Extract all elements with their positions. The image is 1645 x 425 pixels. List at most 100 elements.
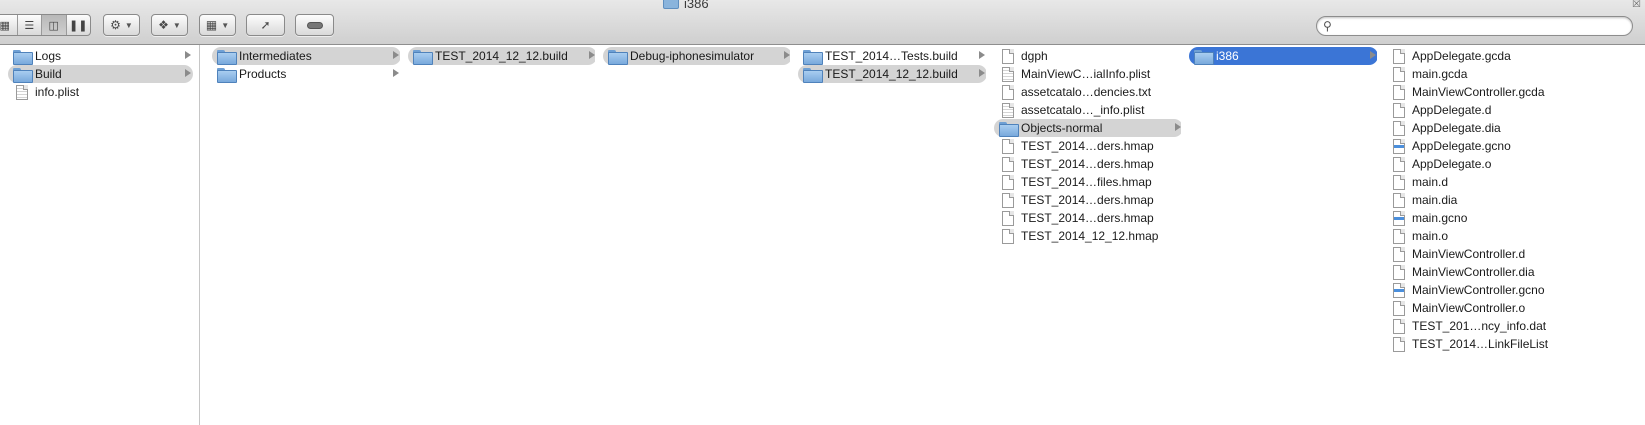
file-item[interactable]: MainViewController.gcda: [1385, 83, 1639, 101]
disclosure-arrow-icon: [185, 69, 191, 77]
file-item[interactable]: dgph: [994, 47, 1183, 65]
folder-item[interactable]: i386: [1189, 47, 1378, 65]
search-field[interactable]: ⚲: [1316, 16, 1633, 36]
file-item[interactable]: AppDelegate.gcno: [1385, 137, 1639, 155]
icon-view-button[interactable]: ▦: [0, 15, 18, 35]
gear-icon: ⚙: [110, 18, 121, 32]
file-item[interactable]: AppDelegate.dia: [1385, 119, 1639, 137]
file-list: Logs Build info.plist: [0, 45, 199, 101]
file-item[interactable]: MainViewController.d: [1385, 245, 1639, 263]
file-item[interactable]: TEST_2014…ders.hmap: [994, 155, 1183, 173]
browser-column-5[interactable]: TEST_2014…Tests.build TEST_2014_12_12.bui…: [790, 45, 994, 425]
file-item[interactable]: main.gcno: [1385, 209, 1639, 227]
file-item[interactable]: main.o: [1385, 227, 1639, 245]
file-item[interactable]: assetcatalo…_info.plist: [994, 101, 1183, 119]
folder-icon: [413, 49, 433, 65]
item-label: TEST_2014_12_12.build: [435, 49, 568, 63]
folder-item[interactable]: Debug-iphonesimulator: [603, 47, 792, 65]
file-item[interactable]: main.gcda: [1385, 65, 1639, 83]
folder-icon: [13, 49, 33, 65]
file-item[interactable]: AppDelegate.gcda: [1385, 47, 1639, 65]
list-view-button[interactable]: ☰: [18, 15, 42, 35]
file-item[interactable]: TEST_2014_12_12.hmap: [994, 227, 1183, 245]
item-icon: [1389, 174, 1409, 190]
item-label: MainViewC…ialInfo.plist: [1021, 67, 1151, 81]
file-list: TEST_2014_12_12.build: [400, 45, 603, 65]
file-item[interactable]: info.plist: [8, 83, 193, 101]
file-list: Intermediates Products: [204, 45, 407, 83]
dropbox-button[interactable]: ❖ ▼: [151, 14, 188, 36]
item-label: MainViewController.gcda: [1412, 85, 1545, 99]
tags-button[interactable]: [295, 14, 334, 36]
folder-icon: [999, 121, 1019, 137]
browser-column-4[interactable]: Debug-iphonesimulator: [595, 45, 799, 425]
item-label: TEST_2014_12_12.build: [825, 67, 958, 81]
file-item[interactable]: MainViewController.dia: [1385, 263, 1639, 281]
file-item[interactable]: TEST_2014…LinkFileList: [1385, 335, 1639, 353]
disclosure-arrow-icon: [979, 69, 985, 77]
item-icon: [998, 84, 1018, 100]
file-item[interactable]: TEST_201…ncy_info.dat: [1385, 317, 1639, 335]
folder-item[interactable]: Products: [212, 65, 401, 83]
item-label: TEST_2014…Tests.build: [825, 49, 958, 63]
item-icon: [1389, 84, 1409, 100]
folder-item[interactable]: Intermediates: [212, 47, 401, 65]
file-item[interactable]: MainViewController.gcno: [1385, 281, 1639, 299]
document-icon: [1002, 210, 1014, 226]
file-item[interactable]: TEST_2014…ders.hmap: [994, 191, 1183, 209]
window-title-label: i386: [684, 0, 709, 11]
item-icon: [998, 210, 1018, 226]
browser-column-3[interactable]: TEST_2014_12_12.build: [400, 45, 604, 425]
file-item[interactable]: TEST_2014…ders.hmap: [994, 209, 1183, 227]
file-item[interactable]: main.dia: [1385, 191, 1639, 209]
file-list: Debug-iphonesimulator: [595, 45, 798, 65]
file-item[interactable]: MainViewController.o: [1385, 299, 1639, 317]
item-icon: [998, 192, 1018, 208]
item-icon: [998, 174, 1018, 190]
item-icon: [216, 67, 237, 83]
item-label: TEST_2014…ders.hmap: [1021, 193, 1154, 207]
column-view-button[interactable]: ◫: [42, 15, 67, 35]
close-icon[interactable]: ☒: [1632, 0, 1641, 10]
gcno-file-icon: [1393, 138, 1405, 154]
file-item[interactable]: MainViewC…ialInfo.plist: [994, 65, 1183, 83]
folder-item[interactable]: TEST_2014_12_12.build: [798, 65, 987, 83]
browser-column-1[interactable]: Logs Build info.plist: [0, 45, 200, 425]
item-label: TEST_2014…ders.hmap: [1021, 139, 1154, 153]
document-icon: [1002, 84, 1014, 100]
disclosure-arrow-icon: [979, 51, 985, 59]
folder-icon: [217, 67, 237, 83]
folder-item[interactable]: Logs: [8, 47, 193, 65]
browser-column-7[interactable]: i386: [1181, 45, 1385, 425]
view-mode-control: ▦ ☰ ◫ ❚❚: [0, 14, 91, 36]
file-item[interactable]: assetcatalo…dencies.txt: [994, 83, 1183, 101]
file-item[interactable]: AppDelegate.d: [1385, 101, 1639, 119]
item-label: assetcatalo…dencies.txt: [1021, 85, 1152, 99]
browser-column-2[interactable]: Intermediates Products: [204, 45, 408, 425]
disclosure-arrow-icon: [393, 51, 399, 59]
folder-item[interactable]: Objects-normal: [994, 119, 1183, 137]
document-icon: [1002, 156, 1014, 172]
share-button[interactable]: ➚: [246, 14, 285, 36]
document-icon: [1393, 84, 1405, 100]
action-button[interactable]: ⚙ ▼: [103, 14, 140, 36]
folder-item[interactable]: TEST_2014_12_12.build: [408, 47, 597, 65]
folder-icon: [1194, 49, 1214, 65]
folder-item[interactable]: Build: [8, 65, 193, 83]
arrange-icon: ▦: [205, 18, 218, 32]
browser-column-8[interactable]: AppDelegate.gcda main.gcda MainViewControl…: [1377, 45, 1645, 425]
document-icon: [1393, 300, 1405, 316]
folder-item[interactable]: TEST_2014…Tests.build: [798, 47, 987, 65]
disclosure-arrow-icon: [393, 69, 399, 77]
disclosure-arrow-icon: [185, 51, 191, 59]
arrange-button[interactable]: ▦ ▼: [199, 14, 236, 36]
browser-column-6[interactable]: dgph MainViewC…ialInfo.plist assetcatalo…d…: [986, 45, 1190, 425]
file-item[interactable]: AppDelegate.o: [1385, 155, 1639, 173]
file-item[interactable]: TEST_2014…ders.hmap: [994, 137, 1183, 155]
chevron-down-icon: ▼: [221, 20, 230, 30]
file-item[interactable]: TEST_2014…files.hmap: [994, 173, 1183, 191]
file-item[interactable]: main.d: [1385, 173, 1639, 191]
document-icon: [1002, 174, 1014, 190]
document-icon: [1002, 138, 1014, 154]
coverflow-view-button[interactable]: ❚❚: [67, 15, 91, 35]
